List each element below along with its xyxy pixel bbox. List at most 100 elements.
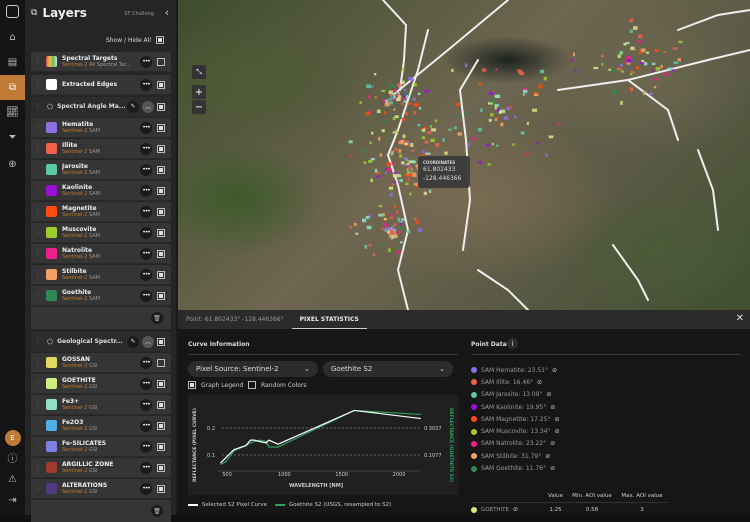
logout-icon[interactable]: ⇥ xyxy=(0,488,25,513)
more-options-button[interactable]: ••• xyxy=(140,377,152,390)
edit-icon[interactable]: ✎ xyxy=(127,100,139,113)
tab-pixel-statistics[interactable]: PIXEL STATISTICS xyxy=(291,310,367,329)
drag-handle-icon[interactable]: ⋮ xyxy=(33,58,43,65)
drag-handle-icon[interactable]: ⋮ xyxy=(33,338,43,345)
more-options-button[interactable]: ••• xyxy=(140,226,152,239)
home-icon[interactable]: ⌂ xyxy=(0,25,25,50)
layer-row[interactable]: ⋮ Illite Sentinel-2 SAM ••• xyxy=(31,139,171,159)
more-options-button[interactable]: ••• xyxy=(140,268,152,281)
eye-off-icon[interactable]: ⊘ xyxy=(547,391,552,398)
drag-handle-icon[interactable]: ⋮ xyxy=(33,250,43,257)
visibility-checkbox[interactable] xyxy=(157,165,165,174)
info-icon[interactable]: i xyxy=(507,338,518,349)
zoom-in-button[interactable]: + xyxy=(192,85,206,99)
target-select[interactable]: Goethite S2 ⌄ xyxy=(323,361,453,377)
visibility-checkbox[interactable] xyxy=(157,207,165,216)
visibility-checkbox[interactable] xyxy=(157,421,165,430)
visibility-checkbox[interactable] xyxy=(157,291,165,300)
layer-row[interactable]: ⋮ Natrolite Sentinel-2 SAM ••• xyxy=(31,244,171,264)
visibility-checkbox[interactable] xyxy=(157,379,165,388)
zoom-out-button[interactable]: − xyxy=(192,100,206,114)
trash-icon[interactable]: 🗑︎ xyxy=(151,505,163,517)
app-logo-icon[interactable] xyxy=(0,0,25,22)
layer-row[interactable]: ⋮ GOSSAN Sentinel-2 GSI ••• xyxy=(31,353,171,373)
visibility-checkbox[interactable] xyxy=(157,144,165,153)
eye-off-icon[interactable]: ⊘ xyxy=(554,416,559,423)
drag-handle-icon[interactable]: ⋮ xyxy=(33,145,43,152)
visibility-checkbox[interactable] xyxy=(157,186,165,195)
more-options-button[interactable]: ••• xyxy=(140,356,152,369)
archive-icon[interactable]: ▤ xyxy=(0,50,25,75)
layer-row[interactable]: ⋮ Fe2O3 Sentinel-2 GSI ••• xyxy=(31,416,171,436)
more-options-button[interactable]: ••• xyxy=(140,247,152,260)
more-options-button[interactable]: ••• xyxy=(140,419,152,432)
more-options-button[interactable]: ••• xyxy=(140,440,152,453)
random-colors-option[interactable]: Random Colors xyxy=(248,381,307,389)
eye-off-icon[interactable]: ⊘ xyxy=(545,453,550,460)
show-hide-all-checkbox[interactable] xyxy=(156,36,164,44)
graph-legend-checkbox[interactable] xyxy=(188,381,196,389)
layer-group-header[interactable]: ⋮ ⬠ Spectral Angle Ma... ✎ ︿ xyxy=(31,97,171,117)
layer-row[interactable]: ⋮ ALTERATIONS Sentinel-2 GSI ••• xyxy=(31,479,171,499)
drag-handle-icon[interactable]: ⋮ xyxy=(33,422,43,429)
eye-off-icon[interactable]: ⊘ xyxy=(552,367,557,374)
globe-icon[interactable]: ⊕ xyxy=(0,152,25,177)
drag-handle-icon[interactable]: ⋮ xyxy=(33,103,43,110)
chevron-up-icon[interactable]: ︿ xyxy=(142,335,154,348)
tab-point[interactable]: Point: 61.802433° -128.446366° xyxy=(178,310,292,329)
more-options-button[interactable]: ••• xyxy=(140,289,152,302)
eye-off-icon[interactable]: ⊘ xyxy=(555,428,560,435)
more-options-button[interactable]: ••• xyxy=(140,184,152,197)
visibility-checkbox[interactable] xyxy=(157,358,165,367)
drag-handle-icon[interactable]: ⋮ xyxy=(33,443,43,450)
pixel-source-select[interactable]: Pixel Source: Sentinel-2 ⌄ xyxy=(188,361,318,377)
drag-handle-icon[interactable]: ⋮ xyxy=(33,187,43,194)
drag-handle-icon[interactable]: ⋮ xyxy=(33,359,43,366)
random-colors-checkbox[interactable] xyxy=(248,381,256,389)
visibility-checkbox[interactable] xyxy=(157,228,165,237)
layer-row[interactable]: ⋮ Extracted Edges ••• xyxy=(31,75,171,95)
layer-row[interactable]: ⋮ ARGILLIC ZONE Sentinel-2 GSI ••• xyxy=(31,458,171,478)
drag-handle-icon[interactable]: ⋮ xyxy=(33,485,43,492)
more-options-button[interactable]: ••• xyxy=(140,142,152,155)
layer-row[interactable]: ⋮ Fe3+ Sentinel-2 GSI ••• xyxy=(31,395,171,415)
layer-row[interactable]: ⋮ Jarosite Sentinel-2 SAM ••• xyxy=(31,160,171,180)
filter-icon[interactable]: ⏷ xyxy=(0,125,25,150)
drag-handle-icon[interactable]: ⋮ xyxy=(33,464,43,471)
graph-legend-option[interactable]: Graph Legend xyxy=(188,381,243,389)
more-options-button[interactable]: ••• xyxy=(140,55,152,68)
eye-off-icon[interactable]: ⊘ xyxy=(550,404,555,411)
map-view[interactable]: ⤡ + − COORDINATES 61.802433 -128.446366 xyxy=(178,0,750,310)
fullscreen-icon[interactable]: ⤡ xyxy=(192,65,206,79)
eye-off-icon[interactable]: ⊘ xyxy=(550,440,555,447)
eye-off-icon[interactable]: ⊘ xyxy=(537,379,542,386)
show-hide-all[interactable]: Show / Hide All xyxy=(106,36,164,44)
drag-handle-icon[interactable]: ⋮ xyxy=(33,124,43,131)
layer-row[interactable]: ⋮ Stilbite Sentinel-2 SAM ••• xyxy=(31,265,171,285)
layer-row[interactable]: ⋮ Kaolinite Sentinel-2 SAM ••• xyxy=(31,181,171,201)
drag-handle-icon[interactable]: ⋮ xyxy=(33,208,43,215)
group-visibility-checkbox[interactable] xyxy=(157,337,165,346)
layer-group-header[interactable]: ⋮ ⬠ Geological Spectr... ✎ ︿ xyxy=(31,332,171,352)
layers-icon[interactable]: ⧉ xyxy=(0,75,25,100)
visibility-checkbox[interactable] xyxy=(157,484,165,493)
visibility-checkbox[interactable] xyxy=(157,442,165,451)
layer-row[interactable]: ⋮ GOETHITE Sentinel-2 GSI ••• xyxy=(31,374,171,394)
more-options-button[interactable]: ••• xyxy=(140,461,152,474)
more-options-button[interactable]: ••• xyxy=(140,78,152,91)
layer-row[interactable]: ⋮ Fe-SILICATES Sentinel-2 GSI ••• xyxy=(31,437,171,457)
layer-row[interactable]: ⋮ Hematite Sentinel-2 SAM ••• xyxy=(31,118,171,138)
drag-handle-icon[interactable]: ⋮ xyxy=(33,292,43,299)
eye-off-icon[interactable]: ⊘ xyxy=(550,465,555,472)
chevron-up-icon[interactable]: ︿ xyxy=(142,100,154,113)
drag-handle-icon[interactable]: ⋮ xyxy=(33,81,43,88)
drag-handle-icon[interactable]: ⋮ xyxy=(33,166,43,173)
chart-icon[interactable]: 📈︎ xyxy=(0,100,25,125)
more-options-button[interactable]: ••• xyxy=(140,482,152,495)
more-options-button[interactable]: ••• xyxy=(140,163,152,176)
trash-icon[interactable]: 🗑︎ xyxy=(151,312,163,324)
eye-off-icon[interactable]: ⊘ xyxy=(513,506,518,513)
close-icon[interactable]: ✕ xyxy=(736,313,744,324)
drag-handle-icon[interactable]: ⋮ xyxy=(33,380,43,387)
more-options-button[interactable]: ••• xyxy=(140,205,152,218)
